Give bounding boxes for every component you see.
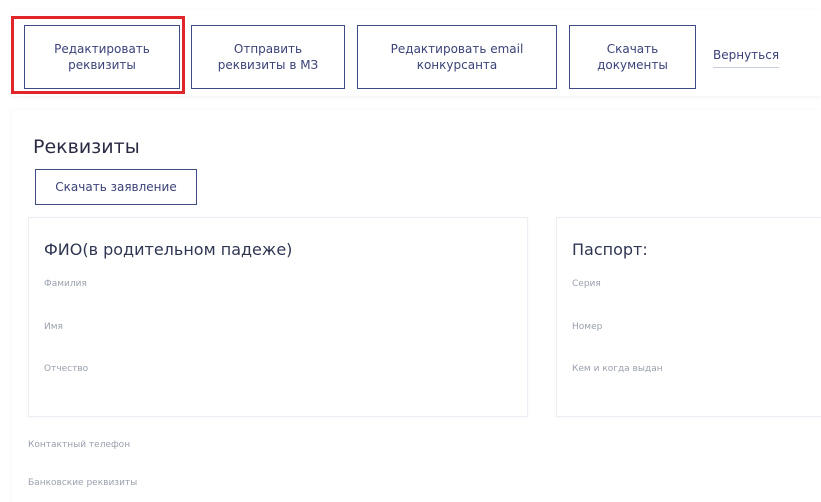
- download-statement-button[interactable]: Скачать заявление: [35, 169, 197, 205]
- page-title: Реквизиты: [33, 136, 140, 158]
- page: Редактировать реквизиты Отправить реквиз…: [0, 0, 821, 502]
- field-label-surname: Фамилия: [44, 279, 87, 289]
- field-label-series: Серия: [572, 279, 601, 289]
- send-requisites-label-line1: Отправить: [233, 42, 303, 56]
- back-link[interactable]: Вернуться: [713, 48, 780, 68]
- edit-email-label-line1: Редактировать email: [390, 42, 524, 56]
- download-documents-label-line1: Скачать: [606, 42, 659, 56]
- edit-requisites-button[interactable]: Редактировать реквизиты: [24, 25, 180, 89]
- send-requisites-button[interactable]: Отправить реквизиты в МЗ: [191, 25, 345, 89]
- bank-details-label: Банковские реквизиты: [28, 478, 138, 488]
- send-requisites-label-line2: реквизиты в МЗ: [217, 58, 319, 72]
- contact-phone-label: Контактный телефон: [28, 440, 131, 450]
- download-documents-label-line2: документы: [597, 58, 668, 72]
- field-label-patronymic: Отчество: [44, 364, 89, 374]
- field-label-issued-by: Кем и когда выдан: [572, 364, 663, 374]
- edit-email-button[interactable]: Редактировать email конкурсанта: [357, 25, 557, 89]
- edit-requisites-label-line1: Редактировать: [54, 42, 150, 56]
- field-label-name: Имя: [44, 322, 63, 332]
- passport-card-title: Паспорт:: [572, 240, 648, 259]
- field-label-number: Номер: [572, 322, 603, 332]
- fio-card-title: ФИО(в родительном падеже): [44, 240, 293, 259]
- download-documents-button[interactable]: Скачать документы: [569, 25, 696, 89]
- edit-email-label-line2: конкурсанта: [416, 58, 498, 72]
- edit-requisites-label-line2: реквизиты: [68, 58, 136, 72]
